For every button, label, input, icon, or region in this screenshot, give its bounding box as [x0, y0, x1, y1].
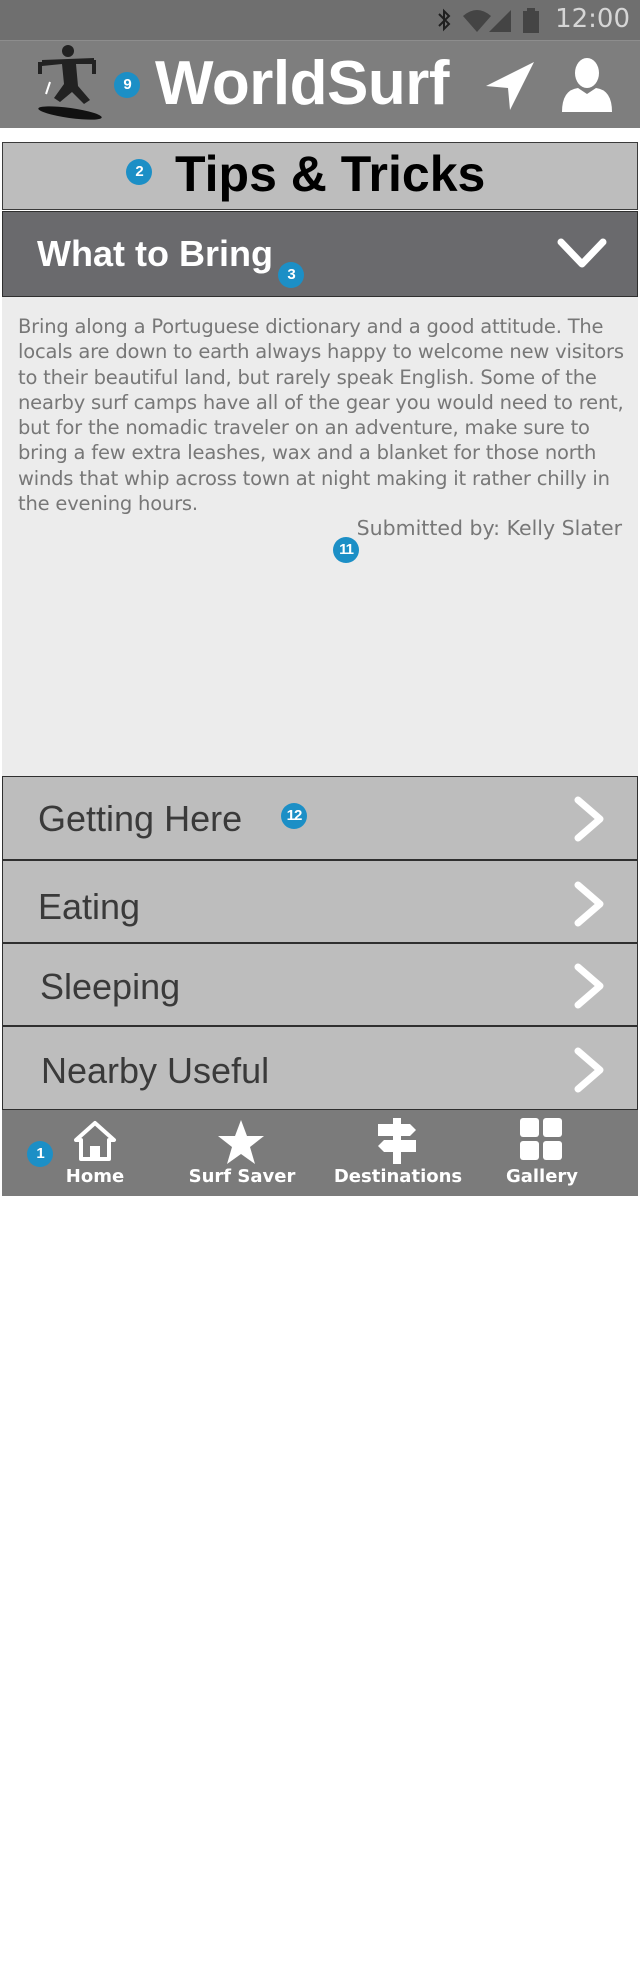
- annotation-marker: 3: [278, 262, 304, 288]
- bluetooth-icon: [438, 8, 451, 32]
- grid-icon: [520, 1118, 562, 1160]
- app-title: WorldSurf: [155, 49, 450, 118]
- chevron-right-icon[interactable]: [572, 963, 606, 1009]
- status-icons: [438, 8, 539, 33]
- annotation-marker: 1: [27, 1141, 53, 1167]
- accordion-title: What to Bring: [37, 233, 273, 274]
- navigation-arrow-icon[interactable]: [484, 60, 536, 112]
- row-label: Getting Here: [38, 798, 243, 839]
- annotation-marker: 11: [333, 537, 359, 563]
- wifi-icon: [463, 10, 491, 32]
- annotation-marker: 9: [114, 72, 140, 98]
- chevron-right-icon[interactable]: [572, 1047, 606, 1093]
- nav-label: Surf Saver: [188, 1166, 296, 1187]
- surfer-logo-icon[interactable]: [32, 42, 104, 122]
- battery-icon: [523, 8, 539, 33]
- star-icon: [218, 1120, 264, 1164]
- home-icon: [74, 1121, 116, 1161]
- annotation-marker: 12: [281, 803, 307, 829]
- nav-label: Gallery: [505, 1166, 579, 1187]
- tip-body-text: Bring along a Portuguese dictionary and …: [18, 315, 624, 516]
- cell-signal-icon: [489, 10, 511, 32]
- user-profile-icon[interactable]: [560, 56, 614, 112]
- submitted-by: Submitted by: Kelly Slater: [356, 516, 622, 540]
- annotation-marker: 2: [126, 159, 152, 185]
- chevron-right-icon[interactable]: [572, 881, 606, 927]
- signpost-icon: [378, 1118, 416, 1164]
- chevron-down-icon[interactable]: [557, 236, 607, 272]
- status-time: 12:00: [555, 4, 630, 34]
- nav-label: Destinations: [333, 1166, 463, 1187]
- section-title: Tips & Tricks: [175, 146, 486, 202]
- row-label: Nearby Useful: [41, 1050, 270, 1091]
- chevron-right-icon[interactable]: [572, 796, 606, 842]
- row-label: Sleeping: [40, 966, 181, 1007]
- row-label: Eating: [38, 886, 141, 927]
- nav-label: Home: [65, 1166, 125, 1187]
